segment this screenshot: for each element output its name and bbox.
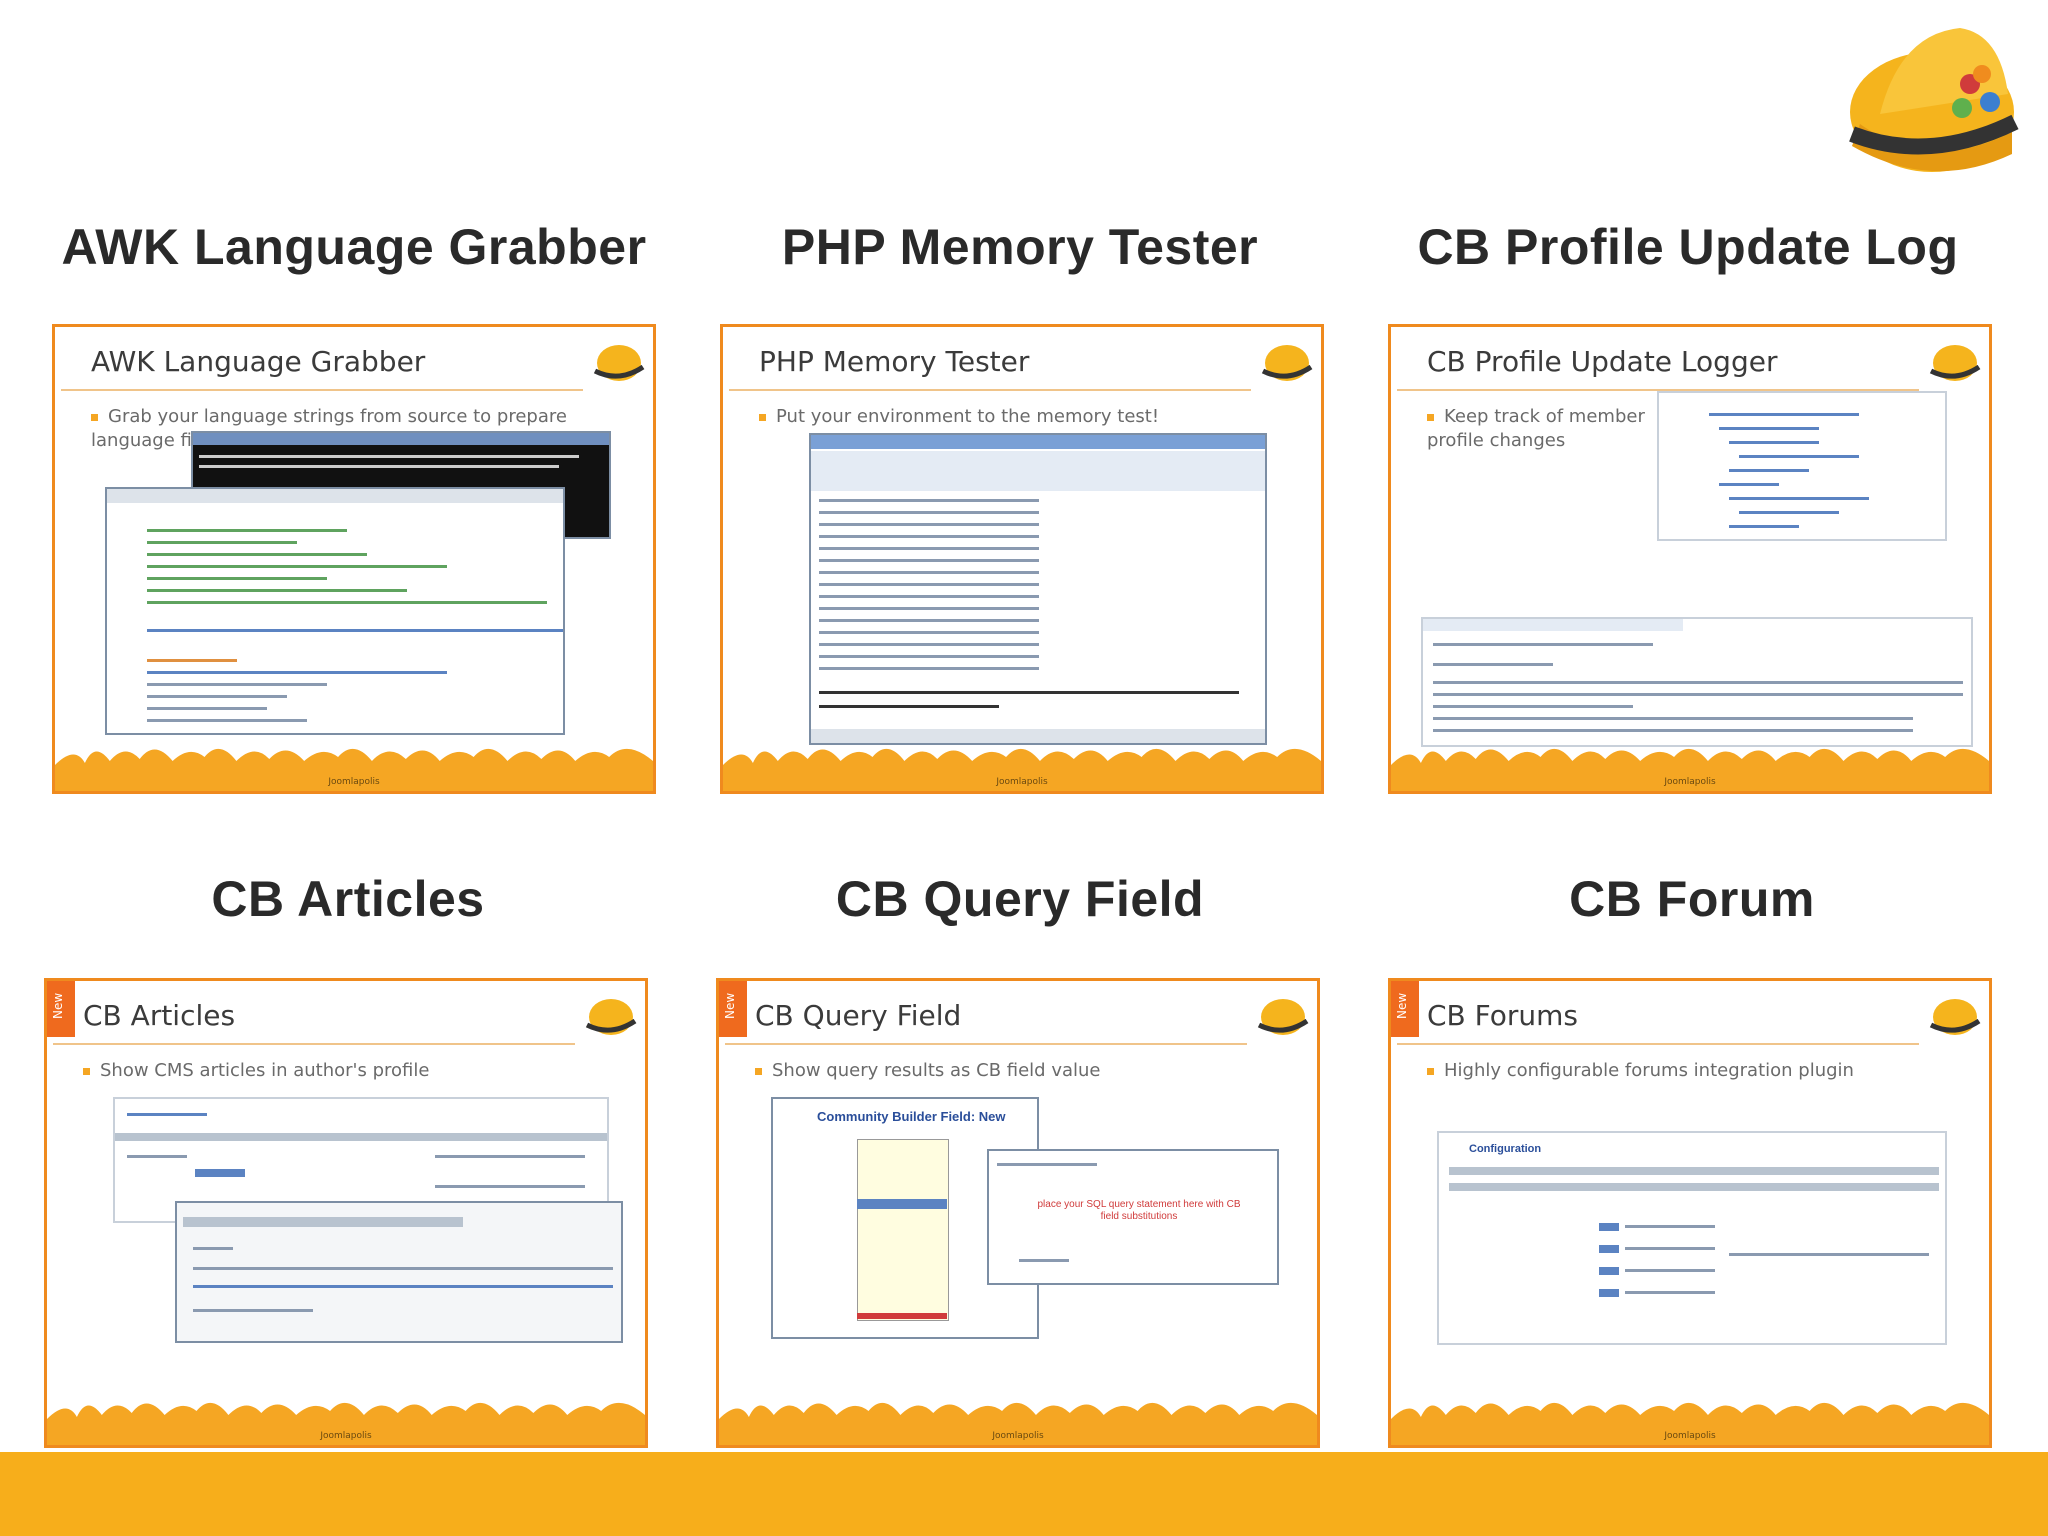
new-badge: New [47, 981, 75, 1037]
heading-cb-articles: CB Articles [211, 871, 485, 927]
helmet-icon [585, 999, 637, 1035]
slide-title: PHP Memory Tester [759, 345, 1030, 378]
articles-tab-screenshot [175, 1201, 623, 1343]
heading-php-memory-tester: PHP Memory Tester [781, 219, 1259, 275]
new-badge: New [719, 981, 747, 1037]
new-badge: New [1391, 981, 1419, 1037]
slide-title: AWK Language Grabber [91, 345, 426, 378]
forum-config-screenshot: Configuration [1437, 1131, 1947, 1345]
log-table-screenshot [1421, 617, 1973, 747]
slide-bullet: Highly configurable forums integration p… [1427, 1059, 1854, 1083]
heading-cb-forum: CB Forum [1569, 871, 1815, 927]
helmet-icon [1929, 999, 1981, 1035]
slide-footer: Joomlapolis [320, 1431, 372, 1441]
slide-bullet: Keep track of member profile changes [1427, 406, 1645, 451]
slide-title: CB Profile Update Logger [1427, 345, 1778, 378]
bottom-accent-bar [0, 1452, 2048, 1536]
slide-footer: Joomlapolis [996, 777, 1048, 787]
slide-cb-query-field[interactable]: New CB Query Field Show query results as… [716, 978, 1320, 1448]
helmet-icon [1261, 345, 1313, 381]
slide-cb-forums[interactable]: New CB Forums Highly configurable forums… [1388, 978, 1992, 1448]
query-placeholder-text: place your SQL query statement here with… [1037, 1199, 1241, 1222]
joomla-helmet-logo [1849, 28, 2019, 172]
heading-cb-profile-update-log: CB Profile Update Log [1417, 219, 1959, 275]
slide-divider [53, 1043, 575, 1045]
bullet-icon [91, 413, 98, 421]
slide-divider [725, 1043, 1247, 1045]
slide-cb-articles[interactable]: New CB Articles Show CMS articles in aut… [44, 978, 648, 1448]
shot-title: Community Builder Field: New [817, 1109, 1006, 1124]
slide-footer: Joomlapolis [1664, 777, 1716, 787]
slide-footer: Joomlapolis [992, 1431, 1044, 1441]
helmet-icon [1257, 999, 1309, 1035]
heading-cb-query-field: CB Query Field [835, 871, 1205, 927]
slide-cb-profile-update-logger[interactable]: CB Profile Update Logger Keep track of m… [1388, 324, 1992, 794]
browser-screenshot [809, 433, 1267, 745]
slide-title: CB Forums [1427, 999, 1579, 1032]
slide-title: CB Articles [83, 999, 236, 1032]
bullet-icon [759, 413, 766, 421]
bullet-icon [1427, 1067, 1434, 1075]
slide-awk-language-grabber[interactable]: AWK Language Grabber Grab your language … [52, 324, 656, 794]
slide-bullet: Put your environment to the memory test! [759, 405, 1159, 429]
bullet-icon [1427, 413, 1434, 421]
code-editor-screenshot [105, 487, 565, 735]
helmet-icon [593, 345, 645, 381]
xml-screenshot [1657, 391, 1947, 541]
slide-divider [1397, 1043, 1919, 1045]
slide-footer: Joomlapolis [328, 777, 380, 787]
heading-awk-language-grabber: AWK Language Grabber [61, 219, 647, 275]
slide-bullet: Show CMS articles in author's profile [83, 1059, 429, 1083]
slide-divider [61, 389, 583, 391]
bullet-icon [755, 1067, 762, 1075]
bullet-icon [83, 1067, 90, 1075]
slide-php-memory-tester[interactable]: PHP Memory Tester Put your environment t… [720, 324, 1324, 794]
slide-bullet: Show query results as CB field value [755, 1059, 1101, 1083]
shot-title: Configuration [1469, 1143, 1542, 1155]
helmet-icon [1929, 345, 1981, 381]
query-params-screenshot: place your SQL query statement here with… [987, 1149, 1279, 1285]
slide-divider [729, 389, 1251, 391]
slide-title: CB Query Field [755, 999, 962, 1032]
slide-footer: Joomlapolis [1664, 1431, 1716, 1441]
